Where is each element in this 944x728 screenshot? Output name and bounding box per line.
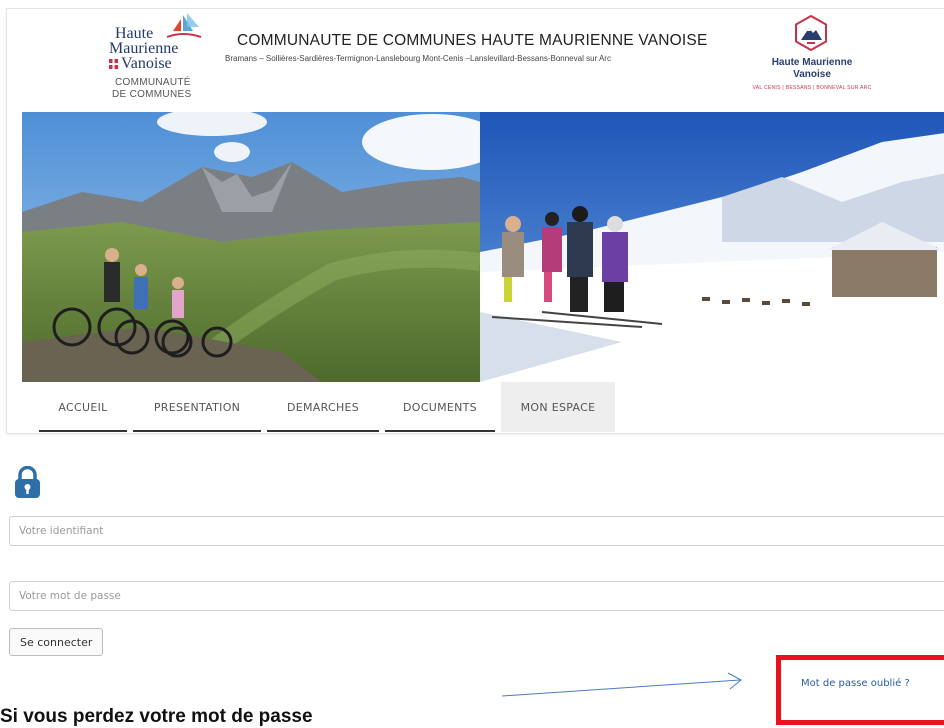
- tourism-logo-text-3: VAL CENIS | BESSANS | BONNEVAL SUR ARC: [752, 85, 872, 91]
- tab-label: DEMARCHES: [286, 400, 360, 414]
- tab-accueil[interactable]: ACCUEIL: [39, 382, 127, 432]
- summer-photo: [22, 112, 502, 382]
- password-input[interactable]: [9, 581, 944, 611]
- tab-underline: [39, 430, 127, 432]
- mountain-badge-icon: [795, 15, 827, 51]
- highlight-box: [776, 655, 944, 725]
- tourism-logo-text-1: Haute Maurienne: [771, 57, 853, 68]
- winter-photo: [480, 112, 944, 382]
- forgot-password-link[interactable]: Mot de passe oublié ?: [801, 678, 910, 689]
- logo-text-3: Vanoise: [121, 55, 172, 72]
- tab-underline: [133, 430, 261, 432]
- logo-text-1: Haute: [115, 25, 154, 42]
- site-title: COMMUNAUTE DE COMMUNES HAUTE MAURIENNE V…: [237, 32, 708, 49]
- username-input[interactable]: [9, 516, 944, 546]
- logo-text-4: COMMUNAUTÉ: [115, 77, 191, 88]
- cross-icon: [109, 59, 118, 69]
- cc-logo[interactable]: Haute Maurienne Vanoise COMMUNAUTÉ DE CO…: [103, 13, 213, 111]
- site-header: Haute Maurienne Vanoise COMMUNAUTÉ DE CO…: [7, 9, 944, 111]
- annotation-caption: Si vous perdez votre mot de passe: [0, 706, 313, 727]
- tab-underline: [267, 430, 379, 432]
- hero-banner-image: [22, 112, 944, 382]
- tab-label: PRESENTATION: [153, 400, 241, 414]
- tab-mon-espace[interactable]: MON ESPACE: [501, 382, 615, 432]
- login-button[interactable]: Se connecter: [9, 628, 104, 656]
- tab-label: ACCUEIL: [58, 400, 108, 414]
- hero-photos: [22, 112, 944, 382]
- logo-text-2: Maurienne: [109, 40, 179, 57]
- tab-underline: [385, 430, 495, 432]
- main-nav: ACCUEIL PRESENTATION DEMARCHES DOCUMENTS…: [7, 382, 944, 432]
- tab-label: DOCUMENTS: [403, 400, 477, 414]
- lock-icon: [15, 466, 40, 498]
- tab-documents[interactable]: DOCUMENTS: [385, 382, 495, 432]
- tab-label: MON ESPACE: [520, 400, 596, 414]
- tourism-logo-text-2: Vanoise: [793, 69, 831, 80]
- tab-demarches[interactable]: DEMARCHES: [267, 382, 379, 432]
- site-banner: Haute Maurienne Vanoise COMMUNAUTÉ DE CO…: [6, 8, 944, 434]
- logo-text-5: DE COMMUNES: [112, 89, 192, 100]
- annotation-arrow-icon: [501, 672, 742, 697]
- tab-presentation[interactable]: PRESENTATION: [133, 382, 261, 432]
- site-subtitle: Bramans – Sollières-Sardières-Termignon-…: [225, 54, 611, 63]
- tourism-logo[interactable]: Haute Maurienne Vanoise VAL CENIS | BESS…: [727, 15, 917, 107]
